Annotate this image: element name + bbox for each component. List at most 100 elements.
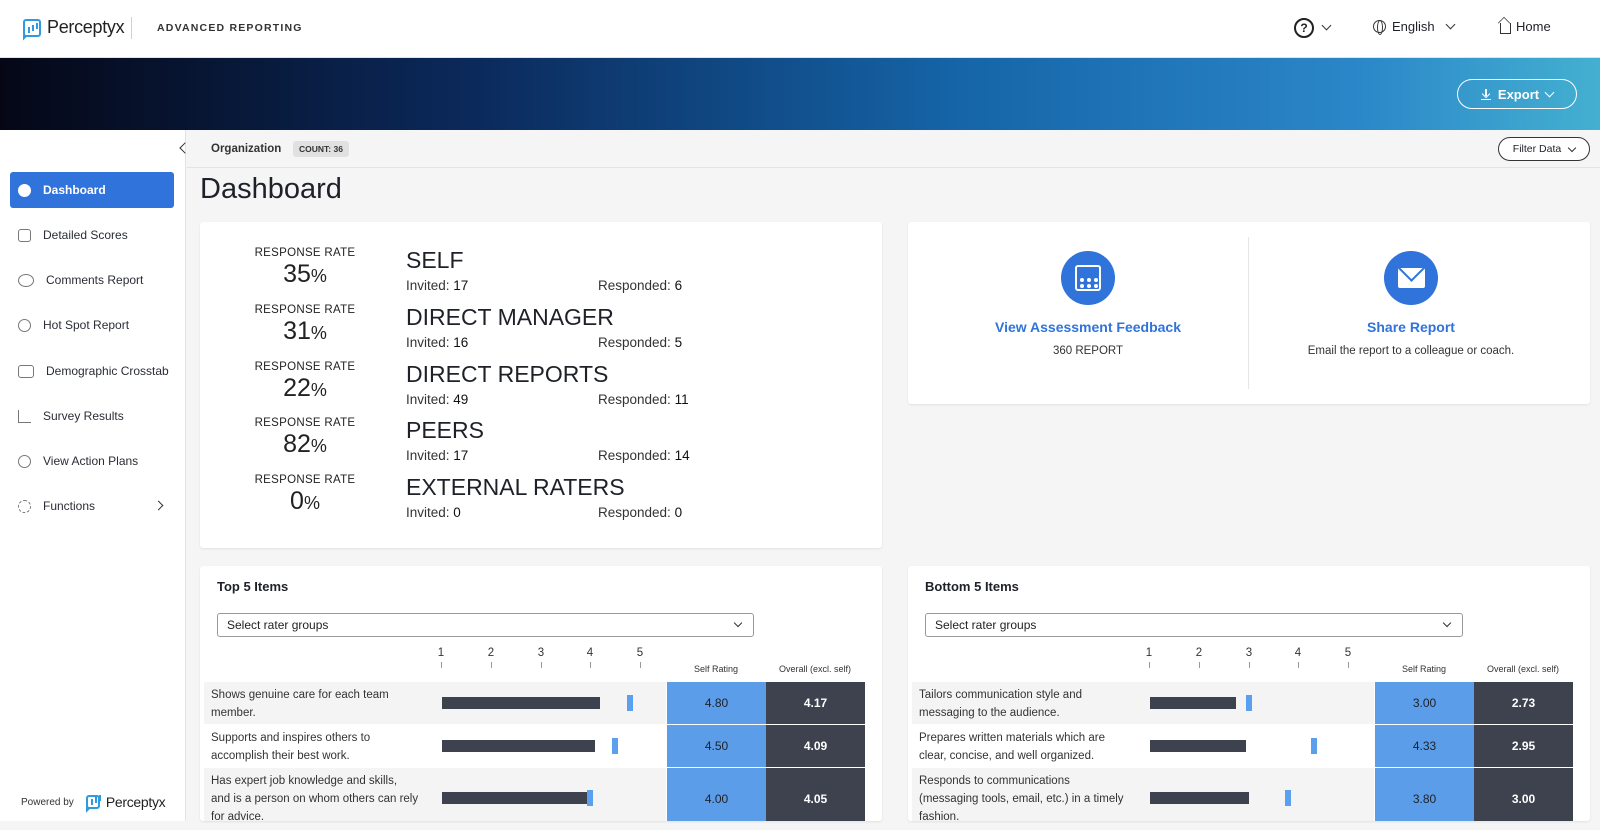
scale-tick-label: 5	[1344, 647, 1352, 659]
powered-by: Powered by Perceptyx	[21, 794, 166, 810]
chevron-down-icon	[1442, 618, 1452, 628]
feedback-circle[interactable]	[1061, 251, 1115, 305]
scale-tick-label: 2	[1195, 647, 1203, 659]
home-link[interactable]: Home	[1500, 19, 1551, 34]
sidebar-item-label: Comments Report	[46, 273, 144, 287]
item-text: Prepares written materials which are clea…	[919, 732, 1105, 762]
chevron-down-icon	[1544, 87, 1555, 97]
people-icon	[1075, 265, 1101, 291]
page-title: Dashboard	[200, 173, 342, 205]
self-rating-cell: 4.33	[1375, 725, 1474, 767]
scale-tick-mark	[441, 662, 442, 668]
thumbs-up-icon	[18, 228, 31, 242]
language-selector[interactable]: English	[1373, 19, 1456, 35]
sidebar-item-demographic-crosstab[interactable]: Demographic Crosstab	[10, 353, 174, 389]
home-label: Home	[1516, 19, 1551, 34]
overall-cell: 4.17	[766, 682, 865, 724]
overall-cell: 2.73	[1474, 682, 1573, 724]
response-rate-label: RESPONSE RATE	[254, 474, 356, 486]
response-rate-label: RESPONSE RATE	[254, 417, 356, 429]
sidebar-item-label: Functions	[43, 499, 96, 513]
header-divider	[131, 17, 132, 39]
rater-group-name: SELF	[406, 247, 464, 273]
share-circle[interactable]	[1384, 251, 1438, 305]
rater-group-name: DIRECT MANAGER	[406, 304, 614, 330]
sidebar-item-label: Survey Results	[43, 409, 124, 423]
response-rate-value: 22%	[283, 374, 327, 402]
sidebar-item-hot-spot-report[interactable]: Hot Spot Report	[10, 307, 174, 343]
scale-tick-mark	[1348, 662, 1349, 668]
rater-group-name: EXTERNAL RATERS	[406, 474, 625, 500]
scale-tick-mark	[541, 662, 542, 668]
view-assessment-feedback-link[interactable]: View Assessment Feedback	[978, 319, 1198, 335]
responded-count: Responded: 11	[598, 392, 689, 407]
download-icon	[1480, 88, 1491, 100]
top-rater-group-select[interactable]: Select rater groups	[217, 613, 754, 637]
self-rating-cell: 4.80	[667, 682, 766, 724]
sidebar-item-survey-results[interactable]: Survey Results	[10, 398, 174, 434]
organization-bar	[187, 130, 1600, 168]
self-rating-header: Self Rating	[1401, 664, 1447, 674]
sidebar-item-functions[interactable]: Functions	[10, 488, 174, 524]
sidebar-item-comments-report[interactable]: Comments Report	[10, 262, 174, 298]
scale-tick-mark	[1149, 662, 1150, 668]
select-placeholder: Select rater groups	[935, 618, 1037, 632]
scale-tick-mark	[491, 662, 492, 668]
count-badge: COUNT: 36	[293, 141, 349, 157]
help-icon[interactable]: ?	[1294, 18, 1314, 38]
select-placeholder: Select rater groups	[227, 618, 329, 632]
self-rating-header: Self Rating	[693, 664, 739, 674]
powered-logo: Perceptyx	[85, 794, 166, 810]
chevron-right-icon	[153, 500, 164, 511]
perceptyx-logo[interactable]: Perceptyx	[23, 17, 125, 38]
response-rate-label: RESPONSE RATE	[254, 247, 356, 259]
scale-tick-label: 5	[636, 647, 644, 659]
self-marker	[612, 738, 618, 754]
mail-icon	[1398, 268, 1425, 288]
sidebar-item-detailed-scores[interactable]: Detailed Scores	[10, 217, 174, 253]
scale-tick-label: 3	[537, 647, 545, 659]
item-text: Has expert job knowledge and skills, and …	[211, 775, 419, 823]
scale-tick-label: 2	[487, 647, 495, 659]
response-rate-value: 0%	[290, 487, 320, 515]
overall-header: Overall (excl. self)	[778, 664, 851, 674]
overall-header: Overall (excl. self)	[1486, 664, 1559, 674]
scale-tick-label: 1	[437, 647, 445, 659]
overall-cell: 4.05	[766, 768, 865, 821]
brand-name: Perceptyx	[47, 17, 125, 37]
invited-count: Invited: 0	[406, 505, 461, 520]
sidebar-item-label: View Action Plans	[43, 454, 139, 468]
organization-label: Organization	[211, 143, 282, 155]
sidebar-item-dashboard[interactable]: Dashboard	[10, 172, 174, 208]
scale-tick-label: 3	[1245, 647, 1253, 659]
invited-count: Invited: 49	[406, 392, 469, 407]
sidebar-item-label: Hot Spot Report	[43, 318, 130, 332]
overall-bar	[1150, 740, 1246, 752]
invited-count: Invited: 17	[406, 278, 469, 293]
globe-icon	[1373, 20, 1386, 35]
response-rate-value: 82%	[283, 430, 327, 458]
response-rate-value: 35%	[283, 260, 327, 288]
perceptyx-logo-icon	[23, 18, 41, 37]
sidebar-item-label: Demographic Crosstab	[46, 364, 169, 378]
share-report[interactable]: Share Report Email the report to a colle…	[1271, 251, 1551, 357]
responded-count: Responded: 14	[598, 448, 690, 463]
scale-tick-label: 4	[586, 647, 594, 659]
scale-tick-mark	[1298, 662, 1299, 668]
invited-count: Invited: 16	[406, 335, 469, 350]
sidebar-item-label: Dashboard	[43, 183, 106, 197]
bottom-rater-group-select[interactable]: Select rater groups	[925, 613, 1463, 637]
view-assessment-feedback[interactable]: View Assessment Feedback 360 REPORT	[978, 251, 1198, 357]
app-title: ADVANCED REPORTING	[157, 22, 303, 34]
scale-icon	[18, 364, 34, 378]
chevron-down-icon	[1445, 19, 1456, 30]
share-report-link[interactable]: Share Report	[1271, 319, 1551, 335]
self-marker	[1311, 738, 1317, 754]
scale-tick-mark	[590, 662, 591, 668]
response-rate-label: RESPONSE RATE	[254, 304, 356, 316]
sidebar-item-view-action-plans[interactable]: View Action Plans	[10, 443, 174, 479]
export-button[interactable]: Export	[1457, 79, 1577, 109]
overall-bar	[1150, 792, 1249, 804]
filter-data-button[interactable]: Filter Data	[1498, 137, 1590, 161]
invited-count: Invited: 17	[406, 448, 469, 463]
